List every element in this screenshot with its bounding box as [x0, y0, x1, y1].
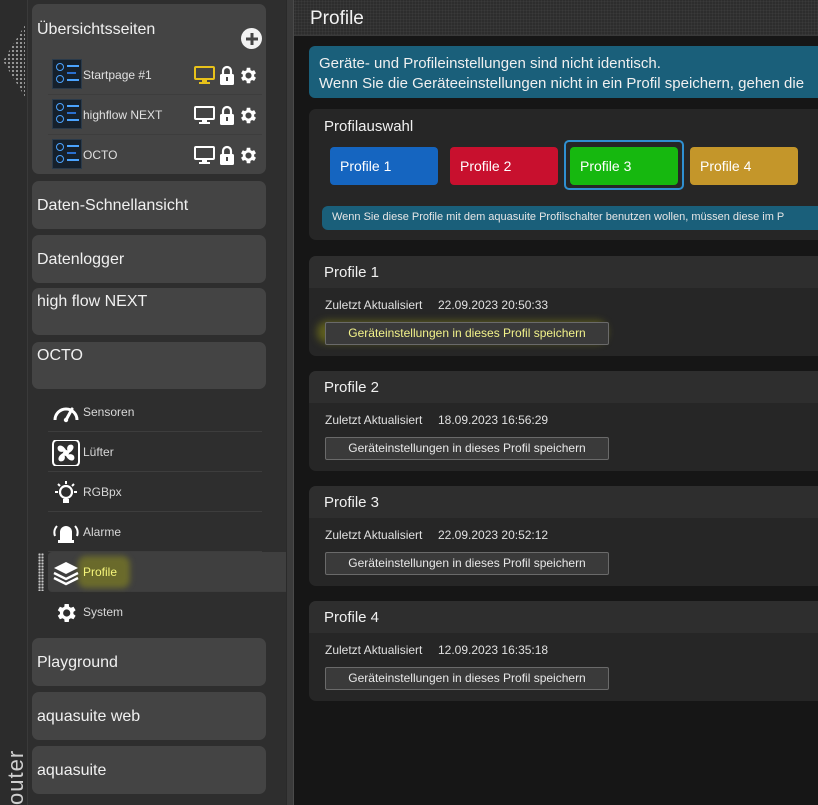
nav-item-label: System	[83, 605, 124, 619]
profile-card-4: Profile 4 Zuletzt Aktualisiert 12.09.202…	[309, 601, 818, 701]
profile-3-button[interactable]: Profile 3	[570, 147, 678, 185]
lock-icon[interactable]	[219, 105, 235, 125]
profile-switch-hint: Wenn Sie diese Profile mit dem aquasuite…	[322, 206, 818, 230]
overview-page-label: OCTO	[83, 148, 118, 162]
warning-banner: Geräte- und Profileinstellungen sind nic…	[309, 46, 818, 98]
panel-playground-title: Playground	[37, 654, 118, 671]
panel-quickview-title: Daten-Schnellansicht	[37, 197, 189, 214]
sidebar-splitter[interactable]	[286, 0, 294, 805]
save-to-profile-button[interactable]: Geräteinstellungen in dieses Profil spei…	[325, 667, 609, 690]
profile-4-button[interactable]: Profile 4	[690, 147, 798, 185]
lock-icon[interactable]	[219, 65, 235, 85]
panel-quickview[interactable]: Daten-Schnellansicht	[32, 181, 266, 229]
profile-1-button[interactable]: Profile 1	[330, 147, 438, 185]
overview-page-highflow[interactable]: highflow NEXT	[48, 95, 262, 135]
panel-highflow[interactable]: high flow NEXT	[32, 288, 266, 335]
nav-item-alarme[interactable]: Alarme	[48, 512, 262, 552]
page-thumbnail	[52, 139, 82, 169]
profile-card-2: Profile 2 Zuletzt Aktualisiert 18.09.202…	[309, 371, 818, 471]
save-to-profile-button[interactable]: Geräteinstellungen in dieses Profil spei…	[325, 437, 609, 460]
panel-overview-title[interactable]: Übersichtsseiten	[37, 21, 155, 39]
page-title: Profile	[310, 8, 364, 29]
profile-card-title: Profile 2	[324, 379, 380, 396]
profile-2-button[interactable]: Profile 2	[450, 147, 558, 185]
profile-card-title: Profile 1	[324, 264, 380, 281]
updated-value: 18.09.2023 16:56:29	[438, 413, 549, 427]
overview-page-label: Startpage #1	[83, 68, 152, 82]
app-window: outer Übersichtsseiten Startpage #1 high…	[0, 0, 818, 805]
page-header: Profile	[294, 0, 818, 36]
updated-value: 22.09.2023 20:52:12	[438, 528, 549, 542]
sidebar: Übersichtsseiten Startpage #1 highflow N…	[28, 0, 286, 805]
nav-item-label: Alarme	[83, 525, 122, 539]
bulb-icon	[55, 481, 77, 503]
nav-item-label: RGBpx	[83, 485, 122, 499]
updated-label: Zuletzt Aktualisiert	[325, 643, 423, 657]
updated-label: Zuletzt Aktualisiert	[325, 298, 423, 312]
gear-icon	[57, 604, 76, 622]
overview-page-label: highflow NEXT	[83, 108, 163, 122]
updated-label: Zuletzt Aktualisiert	[325, 413, 423, 427]
profile-card-3: Profile 3 Zuletzt Aktualisiert 22.09.202…	[309, 486, 818, 586]
lock-icon[interactable]	[219, 145, 235, 165]
panel-aquasuite[interactable]: aquasuite	[32, 746, 266, 794]
panel-datalogger-title: Datenlogger	[37, 251, 125, 268]
nav-item-sensoren[interactable]: Sensoren	[48, 392, 262, 432]
updated-value: 12.09.2023 16:35:18	[438, 643, 549, 657]
gear-icon[interactable]	[238, 105, 259, 126]
page-thumbnail	[52, 99, 82, 129]
updated-value: 22.09.2023 20:50:33	[438, 298, 549, 312]
updated-label: Zuletzt Aktualisiert	[325, 528, 423, 542]
profile-select-title: Profilauswahl	[324, 118, 414, 135]
save-to-profile-button[interactable]: Geräteinstellungen in dieses Profil spei…	[325, 322, 609, 345]
alarm-icon	[53, 525, 79, 543]
nav-item-luefter[interactable]: Lüfter	[48, 432, 262, 472]
panel-octo[interactable]: OCTO	[32, 342, 266, 389]
gear-icon[interactable]	[238, 145, 259, 166]
nav-item-system[interactable]: System	[48, 592, 262, 632]
nav-item-profile[interactable]: Profile	[48, 552, 286, 592]
drag-grip[interactable]	[38, 553, 44, 591]
panel-octo-title: OCTO	[37, 347, 83, 364]
add-page-icon[interactable]	[241, 28, 262, 49]
left-strip: outer	[0, 0, 28, 805]
nav-item-label: Lüfter	[83, 445, 114, 459]
save-to-profile-button[interactable]: Geräteinstellungen in dieses Profil spei…	[325, 552, 609, 575]
banner-line-1: Geräte- und Profileinstellungen sind nic…	[319, 55, 661, 72]
profile-card-title: Profile 4	[324, 609, 380, 626]
fan-icon	[52, 440, 80, 466]
panel-datalogger[interactable]: Datenlogger	[32, 235, 266, 283]
nav-item-rgbpx[interactable]: RGBpx	[48, 472, 262, 512]
panel-aquasuite-title: aquasuite	[37, 762, 107, 779]
layers-icon	[53, 562, 79, 586]
banner-line-2: Wenn Sie die Geräteeinstellungen nicht i…	[319, 75, 805, 92]
monitor-icon[interactable]	[194, 106, 215, 124]
gear-icon[interactable]	[238, 65, 259, 86]
panel-aquasuite-web-title: aquasuite web	[37, 708, 141, 725]
strip-label: outer	[3, 749, 28, 805]
main-content: Profile Geräte- und Profileinstellungen …	[294, 0, 818, 805]
monitor-icon[interactable]	[194, 146, 215, 164]
collapse-handle[interactable]	[3, 25, 25, 97]
page-thumbnail	[52, 59, 82, 89]
panel-aquasuite-web[interactable]: aquasuite web	[32, 692, 266, 740]
gauge-icon	[53, 407, 79, 423]
panel-highflow-title: high flow NEXT	[37, 293, 148, 310]
overview-page-startpage[interactable]: Startpage #1	[48, 55, 262, 95]
profile-card-1: Profile 1 Zuletzt Aktualisiert 22.09.202…	[309, 256, 818, 356]
nav-item-label: Sensoren	[83, 405, 135, 419]
profile-card-title: Profile 3	[324, 494, 380, 511]
monitor-icon[interactable]	[194, 66, 215, 84]
nav-item-label: Profile	[83, 565, 118, 579]
overview-page-octo[interactable]: OCTO	[48, 135, 262, 175]
panel-playground[interactable]: Playground	[32, 638, 266, 686]
